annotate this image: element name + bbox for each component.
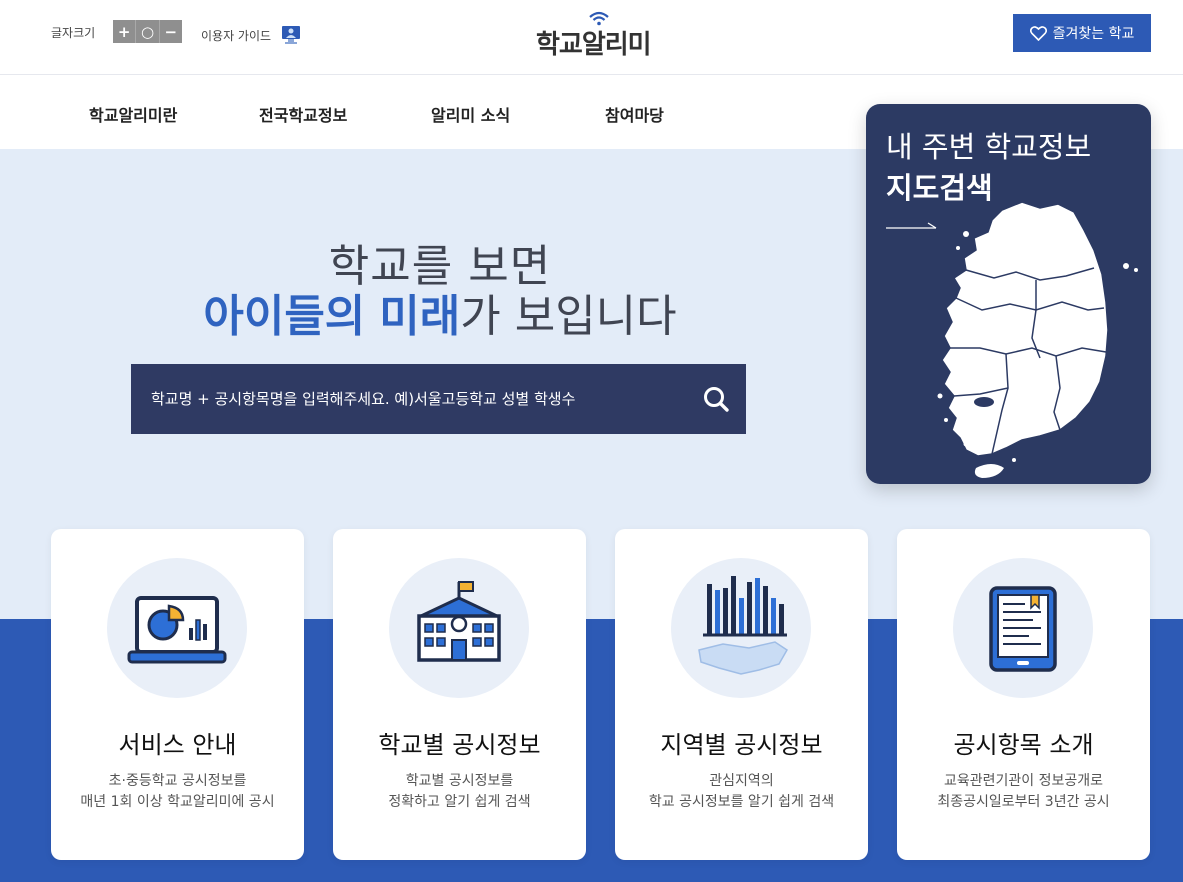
card-title: 서비스 안내 [118,731,237,759]
card-icon-circle [389,558,529,698]
heart-icon [1029,25,1047,41]
user-guide-label: 이용자 가이드 [201,28,272,43]
hero-highlight-future: 미래 [379,291,461,342]
font-size-label: 글자크기 [51,26,96,40]
card-icon-circle [953,558,1093,698]
card-icon-circle [671,558,811,698]
card-desc-line1: 초·중등학교 공시정보를 [108,773,247,789]
card-description: 학교별 공시정보를 정확하고 알기 쉽게 검색 [333,771,586,813]
card-title: 학교별 공시정보 [378,731,541,759]
card-desc-line2: 정확하고 알기 쉽게 검색 [388,794,531,810]
card-desc-line2: 매년 1회 이상 학교알리미에 공시 [80,794,275,810]
monitor-user-icon [282,26,301,44]
favorite-school-label: 즐겨찾는 학교 [1052,26,1135,42]
card-icon-circle [107,558,247,698]
tablet-document-icon [989,586,1057,672]
arrow-right-icon [886,222,937,229]
font-decrease-button[interactable]: − [160,20,182,43]
logo-text: 학교알리미 [536,30,652,60]
card-desc-line1: 교육관련기관이 정보공개로 [943,773,1103,789]
card-desc-line1: 학교별 공시정보를 [405,773,514,789]
school-building-icon [417,581,501,662]
site-logo[interactable]: 학교알리미 [536,10,666,60]
laptop-chart-icon [127,596,227,664]
card-desc-line1: 관심지역의 [709,773,774,789]
map-card-title-line1: 내 주변 학교정보 [886,130,1092,164]
card-service-guide[interactable]: 서비스 안내 초·중등학교 공시정보를 매년 1회 이상 학교알리미에 공시 [51,529,304,860]
card-title: 지역별 공시정보 [660,731,823,759]
font-reset-button[interactable]: ○ [136,20,160,43]
card-disclosure-items[interactable]: 공시항목 소개 교육관련기관이 정보공개로 최종공시일로부터 3년간 공시 [897,529,1150,860]
nav-item-about[interactable]: 학교알리미란 [89,102,177,126]
hero-line2-rest: 가 보입니다 [460,291,677,342]
hero-headline-line2: 아이들의 미래가 보입니다 [0,280,880,344]
nav-item-news[interactable]: 알리미 소식 [431,102,510,126]
card-school-disclosure[interactable]: 학교별 공시정보 학교별 공시정보를 정확하고 알기 쉽게 검색 [333,529,586,860]
korea-map-icon [937,201,1138,478]
card-title: 공시항목 소개 [953,731,1094,759]
nav-item-national-school-info[interactable]: 전국학교정보 [259,102,347,126]
search-input[interactable] [151,364,691,434]
favorite-school-button[interactable]: 즐겨찾는 학교 [1013,14,1151,52]
card-description: 관심지역의 학교 공시정보를 알기 쉽게 검색 [615,771,868,813]
card-desc-line2: 학교 공시정보를 알기 쉽게 검색 [648,794,835,810]
top-utility-bar: 글자크기 + ○ − 이용자 가이드 학교알리미 즐겨찾는 학교 [0,0,1183,75]
search-bar [131,364,746,434]
font-size-controls: + ○ − [113,20,182,43]
card-description: 초·중등학교 공시정보를 매년 1회 이상 학교알리미에 공시 [51,771,304,813]
region-bar-chart-icon [698,576,788,675]
font-increase-button[interactable]: + [113,20,137,43]
card-desc-line2: 최종공시일로부터 3년간 공시 [937,794,1110,810]
user-guide-link[interactable]: 이용자 가이드 [201,24,302,46]
search-icon[interactable] [702,385,730,413]
hero-highlight-children: 아이들의 [203,291,366,342]
card-regional-disclosure[interactable]: 지역별 공시정보 관심지역의 학교 공시정보를 알기 쉽게 검색 [615,529,868,860]
map-search-card[interactable]: 내 주변 학교정보 지도검색 [866,104,1151,484]
nav-item-participation[interactable]: 참여마당 [605,102,664,126]
card-description: 교육관련기관이 정보공개로 최종공시일로부터 3년간 공시 [897,771,1150,813]
